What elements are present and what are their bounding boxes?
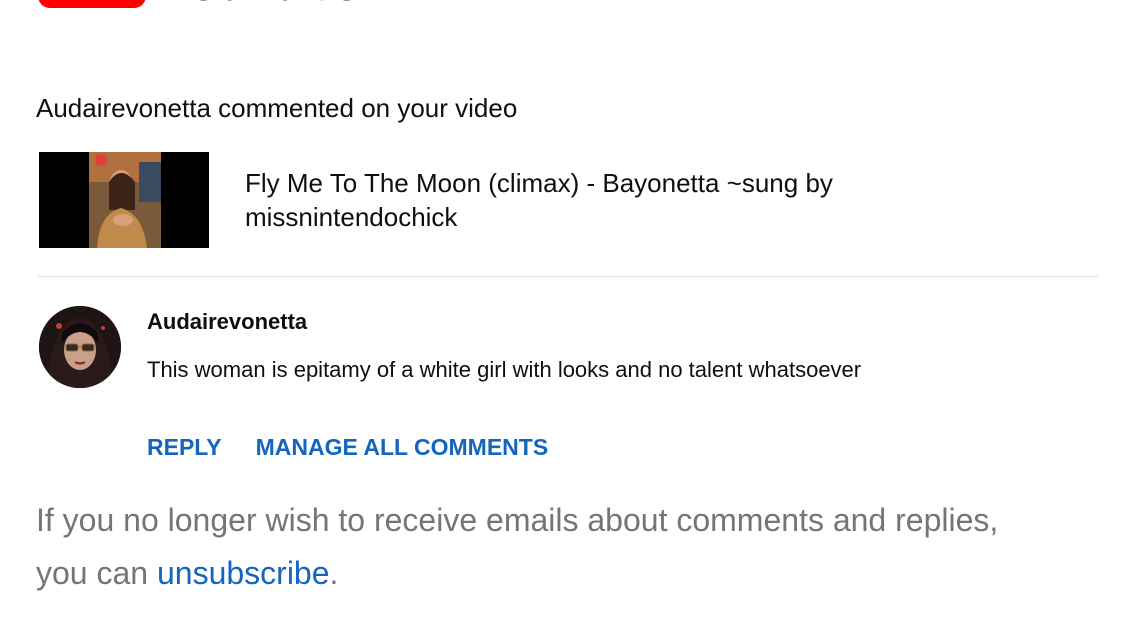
comment-actions: REPLY MANAGE ALL COMMENTS: [147, 432, 548, 462]
video-thumbnail-image: [39, 152, 209, 248]
divider: [38, 276, 1098, 277]
unsubscribe-link[interactable]: unsubscribe: [157, 555, 330, 591]
manage-all-comments-button[interactable]: MANAGE ALL COMMENTS: [256, 432, 549, 462]
youtube-wordmark: YouTube: [160, 0, 360, 8]
avatar-image: [39, 306, 121, 388]
comment-text: This woman is epitamy of a white girl wi…: [147, 357, 862, 382]
youtube-play-icon: [38, 0, 146, 8]
email-page: YouTube Audairevonetta commented on your…: [0, 0, 1136, 640]
reply-button[interactable]: REPLY: [147, 432, 222, 462]
notification-headline: Audairevonetta commented on your video: [36, 93, 518, 123]
footer-period: .: [329, 555, 339, 591]
video-thumbnail[interactable]: [39, 152, 209, 248]
comment-author[interactable]: Audairevonetta: [147, 308, 307, 336]
commenter-avatar[interactable]: [39, 306, 121, 388]
unsubscribe-notice: If you no longer wish to receive emails …: [36, 494, 1036, 600]
video-title[interactable]: Fly Me To The Moon (climax) - Bayonetta …: [245, 166, 1005, 234]
